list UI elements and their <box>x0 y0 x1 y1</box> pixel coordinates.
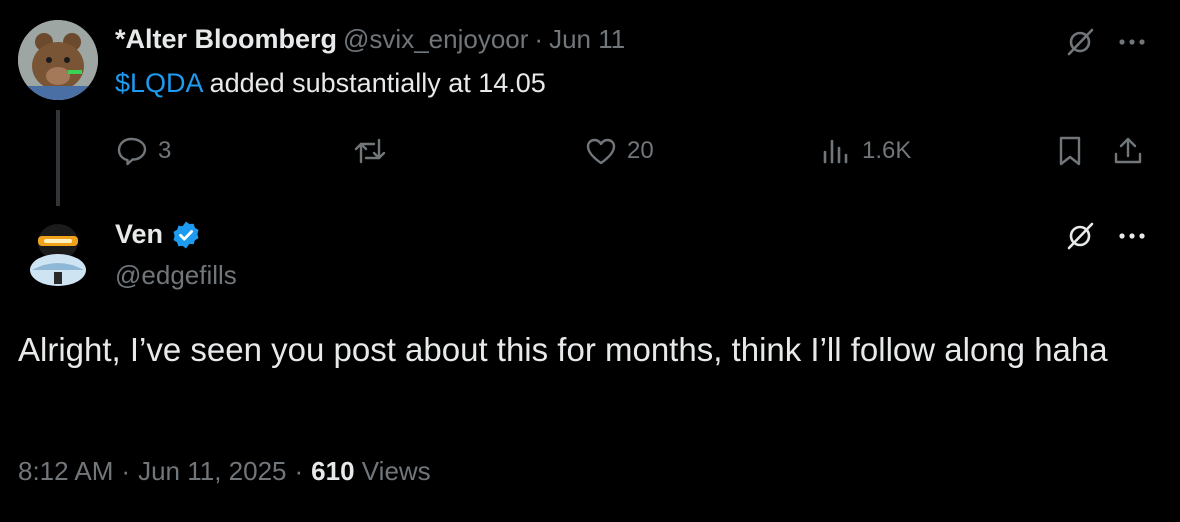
views-label: Views <box>361 456 431 486</box>
reply-icon <box>117 137 147 166</box>
repost-icon <box>354 138 386 164</box>
share-button[interactable] <box>1110 134 1146 168</box>
share-icon <box>1114 137 1142 164</box>
post-date[interactable]: Jun 11, 2025 <box>138 456 286 487</box>
grok-icon <box>1067 222 1094 250</box>
cashtag-link[interactable]: $LQDA <box>115 68 202 98</box>
reply-more-button[interactable] <box>1114 218 1150 254</box>
helmet-avatar-image <box>18 212 98 292</box>
bookmark-button[interactable] <box>1052 134 1088 168</box>
parent-handle[interactable]: @svix_enjoyoor <box>343 24 528 55</box>
like-button[interactable]: 20 <box>585 134 654 168</box>
parent-grok-button[interactable] <box>1062 24 1098 60</box>
parent-header: *Alter Bloomberg @svix_enjoyoor · Jun 11 <box>115 24 625 55</box>
views-number: 610 <box>311 456 355 486</box>
reply-tweet-text: Alright, I’ve seen you post about this f… <box>18 331 1108 368</box>
more-icon <box>1119 233 1145 239</box>
header-separator: · <box>534 24 544 54</box>
like-count: 20 <box>627 137 654 164</box>
reply-avatar[interactable] <box>18 212 98 292</box>
bear-avatar-image <box>18 20 98 100</box>
views-button[interactable]: 1.6K <box>820 134 911 168</box>
verified-badge-icon <box>173 221 199 248</box>
parent-avatar[interactable] <box>18 20 98 100</box>
meta-separator: · <box>121 456 131 486</box>
parent-display-name[interactable]: *Alter Bloomberg <box>115 24 337 55</box>
bookmark-icon <box>1059 136 1081 166</box>
meta-separator: · <box>294 456 304 486</box>
reply-count: 3 <box>158 137 172 164</box>
reply-meta: 8:12 AM · Jun 11, 2025 · 610 Views <box>18 456 431 487</box>
reply-grok-button[interactable] <box>1062 218 1098 254</box>
parent-more-button[interactable] <box>1114 24 1150 60</box>
more-icon <box>1119 39 1145 45</box>
views-icon <box>823 139 848 164</box>
reply-button[interactable]: 3 <box>116 134 171 168</box>
parent-tweet-text: $LQDA added substantially at 14.05 <box>115 68 546 99</box>
grok-icon <box>1067 28 1094 56</box>
reply-display-name[interactable]: Ven <box>115 219 163 250</box>
post-time[interactable]: 8:12 AM <box>18 456 113 487</box>
reply-handle[interactable]: @edgefills <box>115 260 237 291</box>
parent-date[interactable]: Jun 11 <box>549 24 625 55</box>
parent-text-body: added substantially at 14.05 <box>202 68 546 98</box>
like-icon <box>586 138 616 165</box>
views-summary: 610 Views <box>311 456 431 487</box>
views-count: 1.6K <box>862 137 912 164</box>
repost-button[interactable] <box>353 134 397 168</box>
reply-header: Ven <box>115 219 201 250</box>
thread-connector-line <box>56 110 60 206</box>
